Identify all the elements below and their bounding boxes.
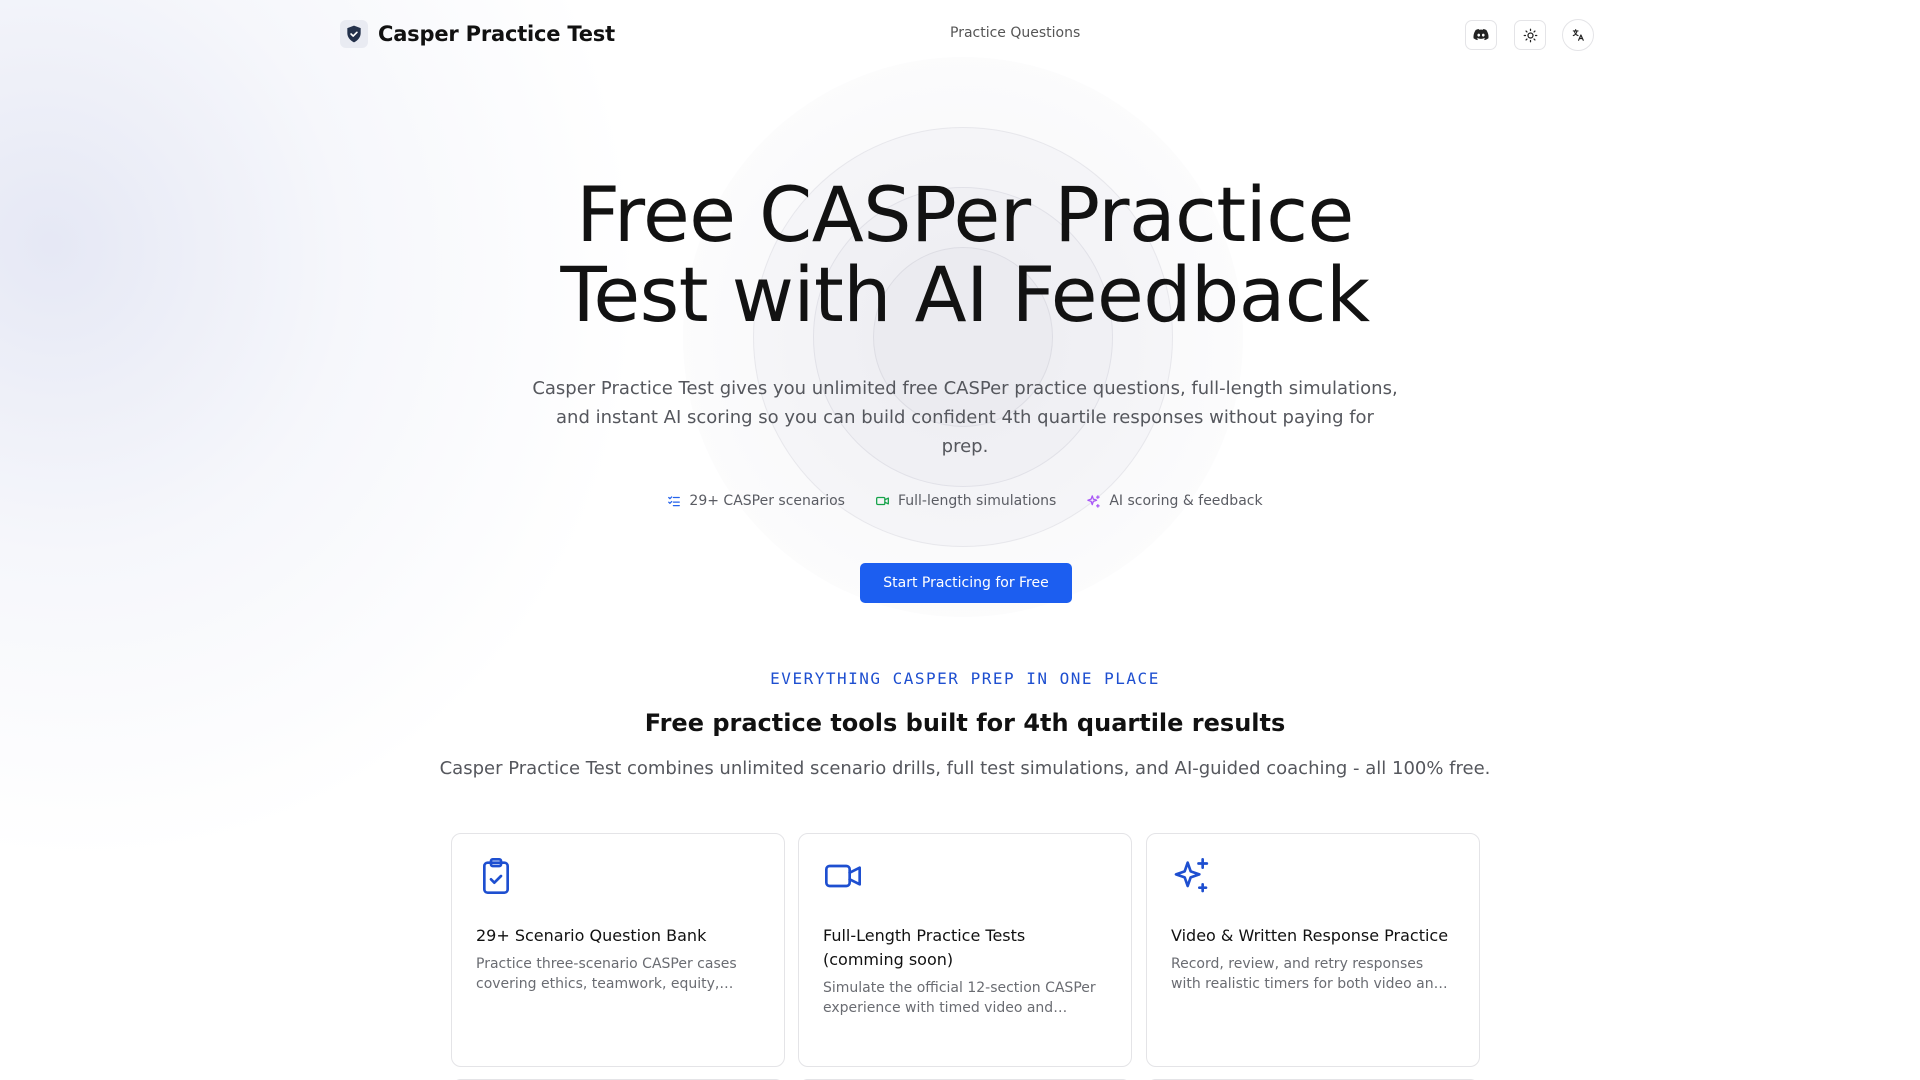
sparkles-icon <box>1087 494 1101 508</box>
card-description: Record, review, and retry responses with… <box>1171 956 1443 992</box>
feature-card-full-length[interactable]: Full-Length Practice Tests (comming soon… <box>798 833 1132 1067</box>
section-eyebrow: EVERYTHING CASPER PREP IN ONE PLACE <box>770 669 1160 688</box>
feature-label: AI scoring & feedback <box>1109 493 1263 509</box>
feature-ai-scoring: AI scoring & feedback <box>1086 493 1263 509</box>
card-title: Full-Length Practice Tests (comming soon… <box>823 926 1026 969</box>
hero-title-line1: Free CASPer Practice <box>576 170 1354 259</box>
feature-card-response-practice[interactable]: Video & Written Response Practice Record… <box>1146 833 1480 1067</box>
shield-check-logo-icon <box>340 20 368 48</box>
sun-icon <box>1523 28 1537 42</box>
language-button[interactable] <box>1562 19 1594 51</box>
card-description: Simulate the official 12-section CASPer … <box>823 980 1096 1016</box>
theme-toggle-button[interactable] <box>1514 20 1546 50</box>
hero-features: 29+ CASPer scenarios Full-length simulat… <box>0 493 1920 509</box>
top-navbar: Casper Practice Test Practice Questions <box>0 0 1920 68</box>
card-title: 29+ Scenario Question Bank <box>476 926 707 945</box>
feature-label: Full-length simulations <box>897 493 1057 509</box>
background-glow <box>0 0 849 949</box>
clipboard-check-icon <box>476 856 516 896</box>
card-description: Practice three-scenario CASPer cases cov… <box>476 956 737 992</box>
video-icon <box>876 496 889 506</box>
translate-icon <box>1572 29 1584 41</box>
feature-scenarios: 29+ CASPer scenarios <box>667 493 845 509</box>
brand-link[interactable]: Casper Practice Test <box>340 20 615 48</box>
sparkles-icon <box>1171 856 1211 896</box>
hero-title: Free CASPer Practice Test with AI Feedba… <box>0 175 1920 335</box>
start-practicing-button[interactable]: Start Practicing for Free <box>860 563 1072 603</box>
discord-button[interactable] <box>1465 20 1497 50</box>
card-title: Video & Written Response Practice <box>1171 926 1449 945</box>
discord-icon <box>1473 29 1489 41</box>
hero-subtitle: Casper Practice Test gives you unlimited… <box>532 378 1398 457</box>
feature-simulations: Full-length simulations <box>875 493 1056 509</box>
list-check-icon <box>668 496 681 507</box>
hero-title-line2: Test with AI Feedback <box>560 250 1370 339</box>
feature-card-question-bank[interactable]: 29+ Scenario Question Bank Practice thre… <box>451 833 785 1067</box>
feature-label: 29+ CASPer scenarios <box>689 493 845 509</box>
video-icon <box>823 856 863 896</box>
section-subtitle: Casper Practice Test combines unlimited … <box>439 758 1491 779</box>
section-title: Free practice tools built for 4th quarti… <box>644 709 1286 737</box>
brand-name: Casper Practice Test <box>378 22 615 46</box>
nav-practice-questions[interactable]: Practice Questions <box>950 25 1080 41</box>
